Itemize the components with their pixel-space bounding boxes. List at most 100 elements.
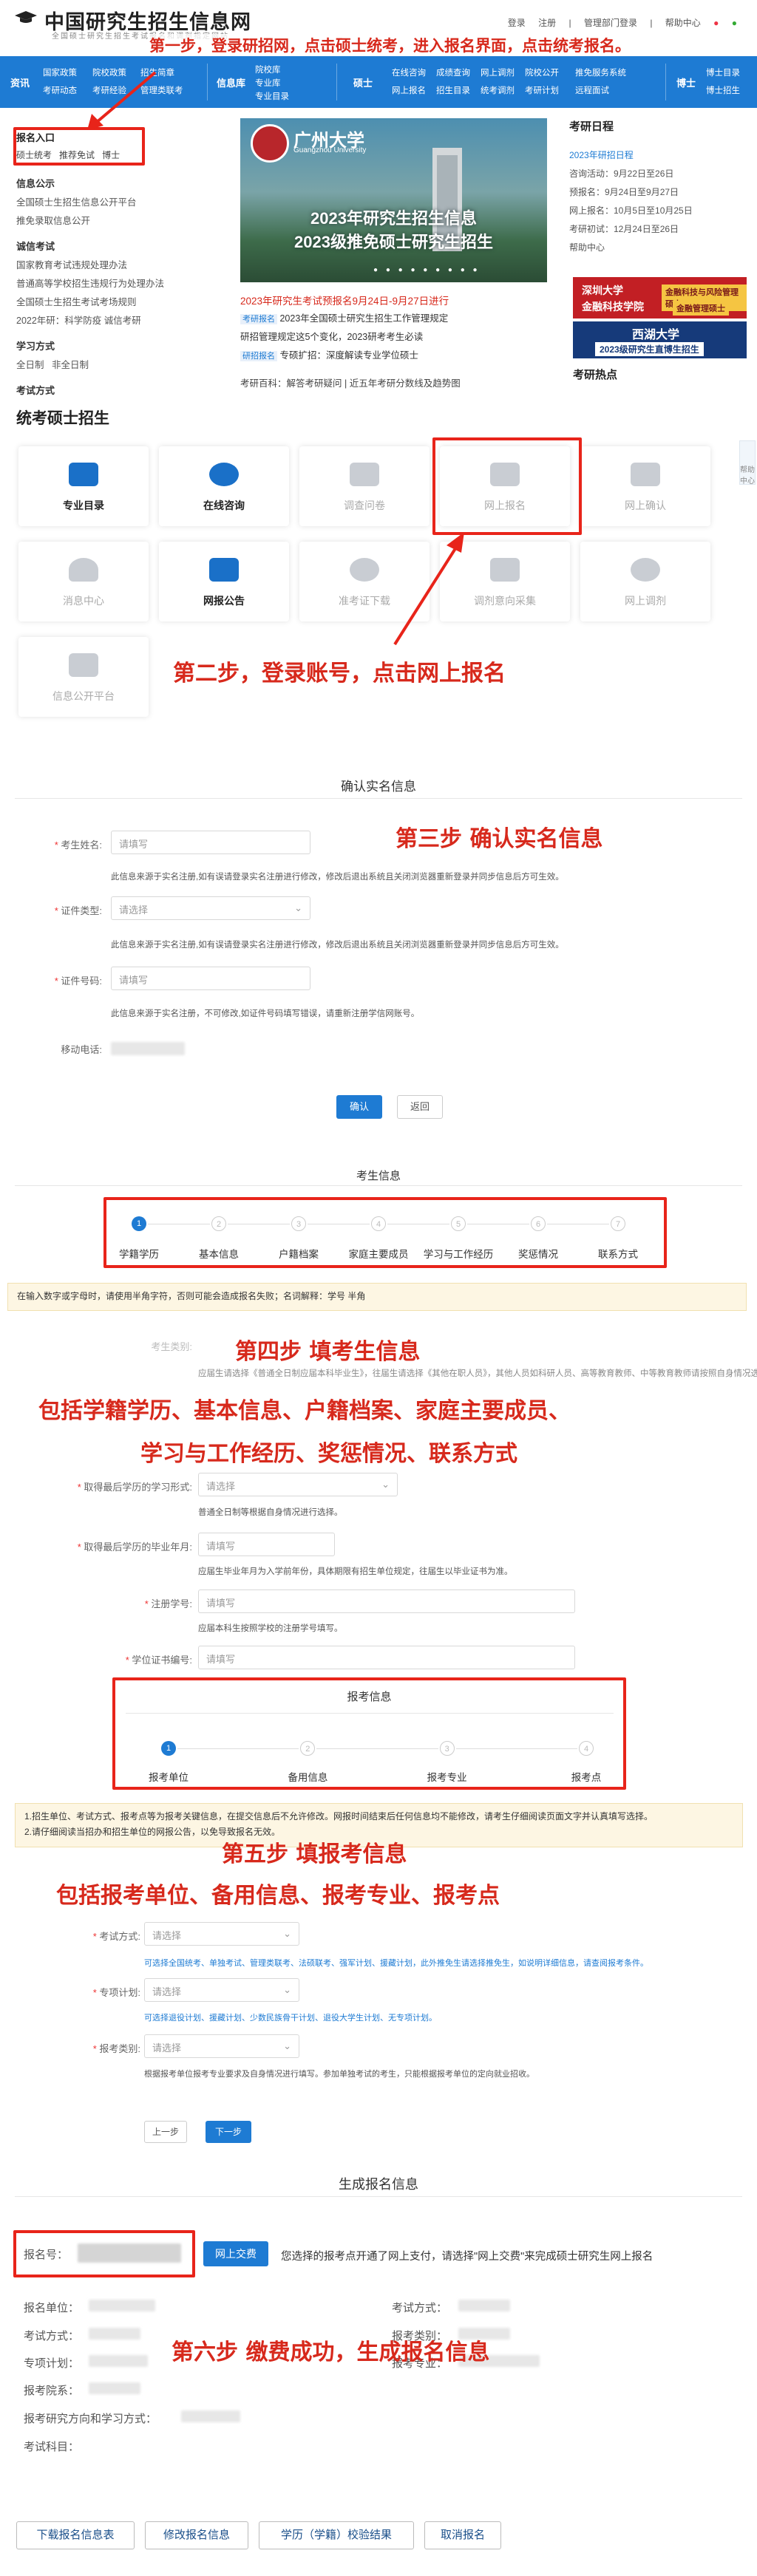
nav-item[interactable]: 在线咨询 [392,67,426,78]
step-label[interactable]: 基本信息 [174,1246,263,1261]
tile-online-confirm[interactable]: 网上确认 [580,446,710,526]
tile-registration-notice[interactable]: 网报公告 [159,542,289,621]
id-type-select[interactable]: 请选择 ⌄ [111,896,310,920]
step-label[interactable]: 户籍档案 [254,1246,343,1261]
list-item[interactable]: 全国硕士生招生考试考场规则 [16,294,223,308]
name-field[interactable]: 请填写 [111,831,310,854]
tile-info-platform[interactable]: 信息公开平台 [18,637,149,717]
nav-item[interactable]: 成绩查询 [436,67,470,78]
list-item[interactable]: 国家教育考试违规处理办法 [16,257,223,271]
nav-item[interactable]: 推免服务系统 [575,67,626,78]
prev-step-button[interactable]: 上一步 [144,2121,187,2143]
list-item[interactable]: 全日制 [16,360,44,370]
degree-cert-field[interactable]: 请填写 [198,1646,575,1669]
step-dot[interactable]: 3 [291,1216,306,1231]
student-number-field[interactable]: 请填写 [198,1589,575,1613]
news-footer[interactable]: 考研百科：解答考研疑问 | 近五年考研分数线及趋势图 [240,375,461,389]
step-dot[interactable]: 6 [531,1216,546,1231]
step-label[interactable]: 报考点 [542,1769,631,1784]
news-text[interactable]: 专硕扩招：深度解读专业学位硕士 [279,350,418,361]
step-label[interactable]: 联系方式 [574,1246,662,1261]
nav-item[interactable]: 招生目录 [436,84,470,96]
cancel-registration-button[interactable]: 取消报名 [424,2521,501,2549]
login-link[interactable]: 登录 [508,18,526,28]
question-icon [209,463,239,486]
tile-online-adjust[interactable]: 网上调剂 [580,542,710,621]
tile-survey[interactable]: 调查问卷 [299,446,430,526]
nav-head-db[interactable]: 信息库 [217,75,245,89]
edit-registration-button[interactable]: 修改报名信息 [145,2521,248,2549]
nav-head-master[interactable]: 硕士 [353,75,373,89]
nav-item[interactable]: 统考调剂 [481,84,515,96]
tile-message-center[interactable]: 消息中心 [18,542,149,621]
nav-item[interactable]: 网上调剂 [481,67,515,78]
exam-method-select[interactable]: 请选择 ⌄ [144,1922,299,1946]
nav-item[interactable]: 考研动态 [43,84,77,96]
list-item[interactable]: 2022年研：科学防疫 诚信考研 [16,313,223,327]
list-item[interactable]: 全国硕士生招生信息公开平台 [16,194,223,208]
step-dot[interactable]: 1 [132,1216,146,1231]
step-dot[interactable]: 5 [451,1216,466,1231]
step-label[interactable]: 学籍学历 [95,1246,183,1261]
help-center-chip[interactable]: 帮助中心 [739,440,756,485]
help-link[interactable]: 帮助中心 [569,241,747,253]
graduation-date-field[interactable]: 请填写 [198,1533,335,1556]
university-seal-icon [251,124,289,163]
wechat-icon[interactable]: ● [732,18,737,28]
edit-icon [350,463,379,486]
weibo-icon[interactable]: ● [713,18,719,28]
verification-result-button[interactable]: 学历（学籍）校验结果 [259,2521,414,2549]
tile-program-catalog[interactable]: 专业目录 [18,446,149,526]
nav-item[interactable]: 院校库 [255,64,281,75]
nav-item[interactable]: 博士目录 [706,67,740,78]
ad-shenzhen-university[interactable]: 深圳大学 金融科技学院 金融科技与风险管理硕士 金融管理硕士 [573,277,747,318]
carousel-dots[interactable]: ● ● ● ● ● ● ● ● ● [373,266,481,274]
banner-carousel[interactable]: 广州大学 Guangzhou University 2023年研究生招生信息 2… [240,118,547,282]
list-item[interactable]: 普通高等学校招生违规行为处理办法 [16,276,223,290]
step-dot[interactable]: 4 [371,1216,386,1231]
ad-westlake-university[interactable]: 西湖大学 2023级研究生直博生招生 [573,321,747,358]
step-dot[interactable]: 1 [161,1741,176,1756]
next-step-button[interactable]: 下一步 [206,2121,251,2143]
step-label[interactable]: 备用信息 [263,1769,352,1784]
download-form-button[interactable]: 下载报名信息表 [16,2521,135,2549]
nav-item[interactable]: 远程面试 [575,84,609,96]
back-button[interactable]: 返回 [397,1095,443,1119]
step-label[interactable]: 学习与工作经历 [414,1246,503,1261]
nav-item[interactable]: 国家政策 [43,67,77,78]
schedule-title[interactable]: 2023年研招日程 [569,149,747,161]
news-text[interactable]: 2023年全国硕士研究生招生工作管理规定 [279,313,448,324]
step-label[interactable]: 报考专业 [403,1769,492,1784]
nav-item[interactable]: 考研计划 [525,84,559,96]
nav-item-online-registration[interactable]: 网上报名 [392,84,426,96]
online-pay-button[interactable]: 网上交费 [203,2241,268,2266]
step-label[interactable]: 奖惩情况 [494,1246,583,1261]
step-label[interactable]: 报考单位 [124,1769,213,1784]
nav-item[interactable]: 院校公开 [525,67,559,78]
nav-group-db: 信息库 院校库 专业库 专业目录 [211,56,351,108]
study-form-select[interactable]: 请选择 ⌄ [198,1473,398,1496]
nav-item[interactable]: 专业库 [255,77,281,89]
nav-head-news[interactable]: 资讯 [10,75,30,89]
confirm-button[interactable]: 确认 [336,1095,382,1119]
news-headline[interactable]: 2023年研究生考试预报名9月24日-9月27日进行 [240,293,449,307]
step-label[interactable]: 家庭主要成员 [334,1246,423,1261]
step-dot[interactable]: 3 [439,1741,455,1756]
nav-item[interactable]: 专业目录 [255,90,289,102]
step-dot[interactable]: 4 [579,1741,594,1756]
list-item[interactable]: 非全日制 [52,360,89,370]
special-plan-select[interactable]: 请选择 ⌄ [144,1978,299,2002]
exam-category-select[interactable]: 请选择 ⌄ [144,2034,299,2058]
id-number-field[interactable]: 请填写 [111,967,310,990]
step-dot[interactable]: 7 [611,1216,625,1231]
masked-value [89,2355,148,2367]
list-item[interactable]: 推免录取信息公开 [16,213,223,227]
nav-item[interactable]: 博士招生 [706,84,740,96]
step-dot[interactable]: 2 [211,1216,226,1231]
tile-online-consult[interactable]: 在线咨询 [159,446,289,526]
admin-login-link[interactable]: 管理部门登录 [584,18,637,28]
news-item[interactable]: 研招管理规定这5个变化，2023研考考生必读 [240,329,423,343]
register-link[interactable]: 注册 [538,18,556,28]
help-link[interactable]: 帮助中心 [665,18,701,28]
nav-head-doctor[interactable]: 博士 [676,75,696,89]
